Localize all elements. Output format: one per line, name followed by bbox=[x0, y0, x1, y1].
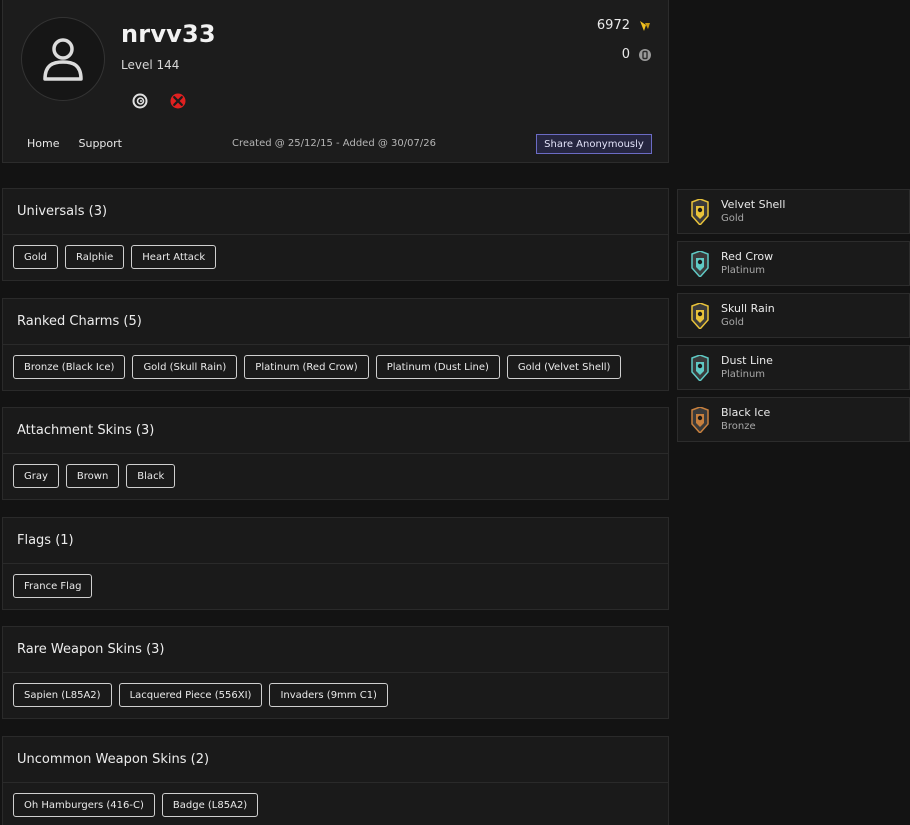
item-tag[interactable]: Heart Attack bbox=[131, 245, 217, 269]
charm-icon bbox=[691, 303, 709, 329]
item-tag[interactable]: Bronze (Black Ice) bbox=[13, 355, 126, 379]
section-universals: Universals (3) Gold Ralphie Heart Attack bbox=[2, 188, 669, 281]
section-attachment-skins: Attachment Skins (3) Gray Brown Black bbox=[2, 407, 669, 500]
profile-card: nrvv33 Level 144 6972 0 Home Support Cre… bbox=[2, 0, 669, 163]
charm-card[interactable]: Dust Line Platinum bbox=[677, 345, 910, 390]
section-title: Flags (1) bbox=[3, 518, 668, 564]
section-title: Uncommon Weapon Skins (2) bbox=[3, 737, 668, 783]
item-tag[interactable]: Gray bbox=[13, 464, 59, 488]
item-tag[interactable]: Brown bbox=[65, 464, 120, 488]
xbox-icon[interactable] bbox=[169, 92, 187, 110]
item-tag[interactable]: Lacquered Piece (556XI) bbox=[118, 683, 263, 707]
charm-name: Skull Rain bbox=[721, 302, 775, 315]
charm-icon bbox=[691, 251, 709, 277]
item-tag[interactable]: Invaders (9mm C1) bbox=[269, 683, 388, 707]
charm-icon bbox=[691, 407, 709, 433]
r6-credits-icon bbox=[639, 48, 651, 61]
renown-value: 6972 bbox=[596, 18, 630, 33]
section-title: Universals (3) bbox=[3, 189, 668, 235]
item-tag[interactable]: Gold (Velvet Shell) bbox=[506, 355, 622, 379]
item-tag[interactable]: France Flag bbox=[13, 574, 93, 598]
item-tag[interactable]: Ralphie bbox=[65, 245, 125, 269]
charm-name: Red Crow bbox=[721, 250, 774, 263]
section-title: Rare Weapon Skins (3) bbox=[3, 627, 668, 673]
share-anonymously-button[interactable]: Share Anonymously bbox=[536, 134, 652, 154]
section-title: Ranked Charms (5) bbox=[3, 299, 668, 345]
ubisoft-icon[interactable] bbox=[131, 92, 149, 110]
charm-card[interactable]: Red Crow Platinum bbox=[677, 241, 910, 286]
charm-name: Black Ice bbox=[721, 406, 771, 419]
r6-credits-value: 0 bbox=[621, 47, 630, 62]
r6-credits-balance: 0 bbox=[622, 47, 652, 62]
charm-card[interactable]: Skull Rain Gold bbox=[677, 293, 910, 338]
item-tag[interactable]: Platinum (Red Crow) bbox=[244, 355, 369, 379]
section-flags: Flags (1) France Flag bbox=[2, 517, 669, 610]
section-rare-weapon-skins: Rare Weapon Skins (3) Sapien (L85A2) Lac… bbox=[2, 626, 669, 719]
username: nrvv33 bbox=[121, 20, 216, 48]
charm-icon bbox=[691, 199, 709, 225]
nav-support-link[interactable]: Support bbox=[78, 137, 121, 150]
player-level: Level 144 bbox=[121, 58, 180, 72]
item-tag[interactable]: Black bbox=[126, 464, 176, 488]
section-title: Attachment Skins (3) bbox=[3, 408, 668, 454]
item-tag[interactable]: Gold (Skull Rain) bbox=[132, 355, 238, 379]
charm-name: Velvet Shell bbox=[721, 198, 786, 211]
item-tag[interactable]: Badge (L85A2) bbox=[161, 793, 259, 817]
section-ranked-charms: Ranked Charms (5) Bronze (Black Ice) Gol… bbox=[2, 298, 669, 391]
charm-card[interactable]: Black Ice Bronze bbox=[677, 397, 910, 442]
charm-name: Dust Line bbox=[721, 354, 773, 367]
nav-home-link[interactable]: Home bbox=[27, 137, 59, 150]
account-dates: Created @ 25/12/15 - Added @ 30/07/26 bbox=[232, 138, 436, 149]
avatar bbox=[21, 17, 105, 101]
charm-tier: Platinum bbox=[721, 369, 766, 380]
item-tag[interactable]: Oh Hamburgers (416-C) bbox=[13, 793, 155, 817]
charm-icon bbox=[691, 355, 709, 381]
item-tag[interactable]: Platinum (Dust Line) bbox=[375, 355, 500, 379]
section-uncommon-weapon-skins: Uncommon Weapon Skins (2) Oh Hamburgers … bbox=[2, 736, 669, 825]
item-tag[interactable]: Sapien (L85A2) bbox=[13, 683, 112, 707]
user-icon bbox=[43, 38, 83, 81]
charm-tier: Bronze bbox=[721, 421, 756, 432]
item-tag[interactable]: Gold bbox=[13, 245, 58, 269]
charm-card[interactable]: Velvet Shell Gold bbox=[677, 189, 910, 234]
charm-tier: Gold bbox=[721, 317, 744, 328]
renown-icon bbox=[640, 20, 650, 31]
renown-balance: 6972 bbox=[597, 18, 652, 33]
charm-tier: Platinum bbox=[721, 265, 766, 276]
charm-tier: Gold bbox=[721, 213, 744, 224]
profile-nav: Home Support bbox=[27, 137, 122, 150]
